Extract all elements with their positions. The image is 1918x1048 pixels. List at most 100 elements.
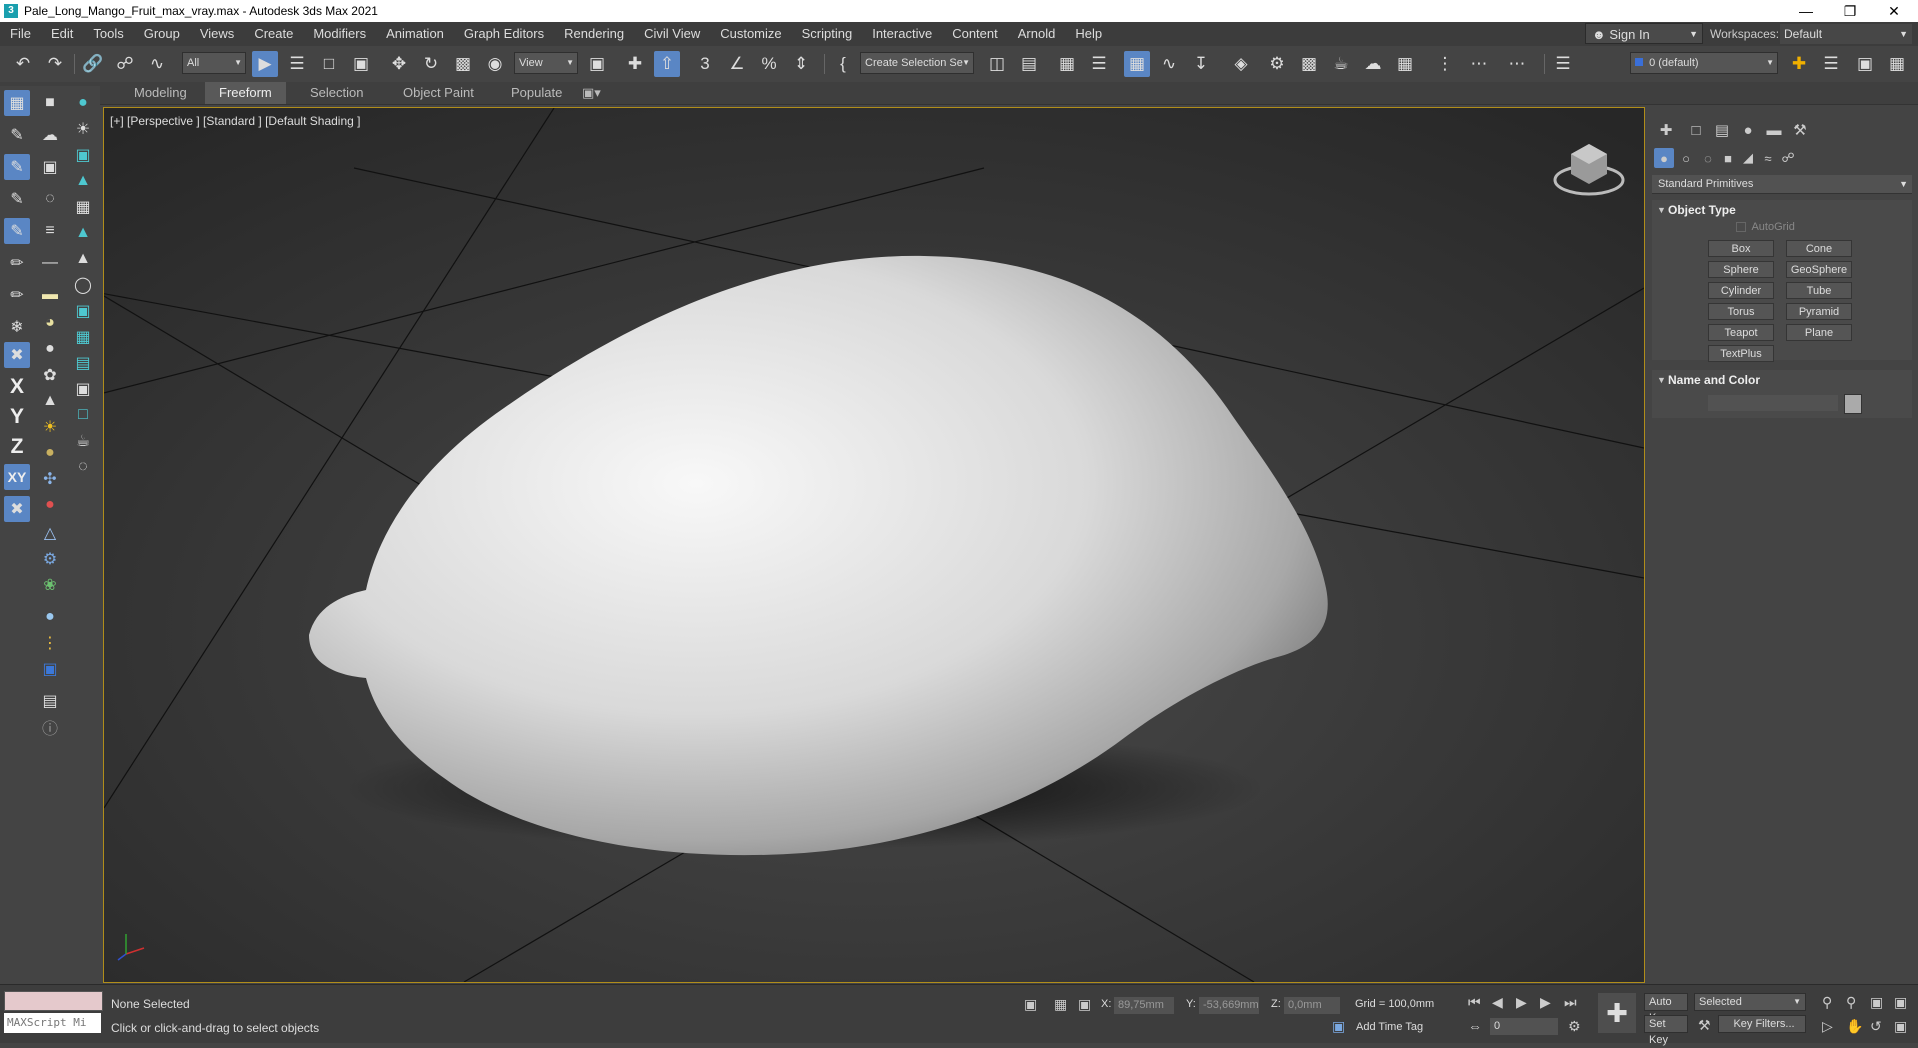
a360-gallery-icon[interactable]: ▦ — [1392, 51, 1418, 77]
hierarchy-tab-icon[interactable]: ▤ — [1710, 118, 1734, 142]
grass-icon[interactable]: ✿ — [37, 362, 63, 388]
slider-icon[interactable]: ≡ — [37, 218, 63, 244]
lathe-icon[interactable]: ◯ — [70, 272, 96, 298]
zoom-extents-icon[interactable]: ▣ — [1870, 994, 1883, 1011]
material-editor-icon[interactable]: ◈ — [1228, 51, 1254, 77]
maximize-button[interactable]: ❐ — [1828, 0, 1872, 22]
snowflake-icon[interactable]: ❄ — [4, 314, 30, 340]
select-object-icon[interactable]: ▶ — [252, 51, 278, 77]
close-button[interactable]: ✕ — [1872, 0, 1916, 22]
menu-views[interactable]: Views — [190, 22, 244, 46]
previous-frame-icon[interactable]: ◀ — [1492, 994, 1503, 1011]
time-tag-icon[interactable]: ▣ — [1332, 1018, 1345, 1035]
sun-icon[interactable]: ☀ — [37, 414, 63, 440]
material-icon[interactable]: ▣ — [37, 656, 63, 682]
select-manipulate-icon[interactable]: ✚ — [622, 51, 648, 77]
box-button[interactable]: Box — [1708, 240, 1774, 257]
cameras-icon[interactable]: ■ — [1718, 148, 1738, 168]
sphere-blue-icon[interactable]: ● — [37, 604, 63, 630]
object-type-header[interactable]: ▼ Object Type — [1652, 200, 1912, 220]
lock-icon[interactable]: ▦ — [1054, 996, 1067, 1013]
primitive-category-select[interactable]: Standard Primitives ▼ — [1652, 175, 1912, 194]
paint-icon[interactable]: ● — [37, 492, 63, 518]
bulb-outline-icon[interactable]: ◌ — [70, 454, 96, 480]
named-selection-set-select[interactable]: Create Selection Se ▼ — [860, 52, 974, 74]
helper-icon[interactable]: ▣ — [70, 298, 96, 324]
tube-button[interactable]: Tube — [1786, 282, 1852, 299]
rendered-frame-window-icon[interactable]: ▩ — [1296, 51, 1322, 77]
menu-edit[interactable]: Edit — [41, 22, 83, 46]
isolate-icon[interactable]: ▣ — [1024, 996, 1037, 1013]
axis-z-button[interactable]: Z — [4, 434, 30, 460]
menu-tools[interactable]: Tools — [83, 22, 133, 46]
helpers-icon[interactable]: ◢ — [1738, 148, 1758, 168]
unlink-icon[interactable]: ☍ — [112, 51, 138, 77]
camera-icon[interactable]: ▣ — [70, 142, 96, 168]
text-a-icon[interactable]: ▲ — [70, 246, 96, 272]
rectangular-selection-icon[interactable]: □ — [316, 51, 342, 77]
motion-tab-icon[interactable]: ● — [1736, 118, 1760, 142]
perspective-viewport[interactable]: [+] [Perspective ] [Standard ] [Default … — [103, 107, 1645, 983]
select-rotate-icon[interactable]: ↻ — [418, 51, 444, 77]
zoom-all-icon[interactable]: ⚲ — [1846, 994, 1856, 1011]
maximize-viewport-icon[interactable]: ▣ — [1894, 1018, 1907, 1035]
key-filters-button[interactable]: Key Filters... — [1718, 1015, 1806, 1033]
play-icon[interactable]: ▶ — [1516, 994, 1527, 1011]
go-to-start-icon[interactable]: ⏮ — [1468, 994, 1481, 1011]
draw-icon[interactable]: ✏ — [4, 250, 30, 276]
undo-icon[interactable]: ↶ — [10, 51, 36, 77]
help-icon[interactable]: ⓘ — [37, 714, 63, 740]
systems-icon[interactable]: ☍ — [1778, 148, 1798, 168]
menu-create[interactable]: Create — [244, 22, 303, 46]
auto-key-button[interactable]: Auto K.. — [1644, 993, 1688, 1024]
sign-in-dropdown[interactable]: ☻ Sign In ▼ — [1585, 23, 1703, 44]
schematic-view-icon[interactable]: ↧ — [1188, 51, 1214, 77]
pan-icon[interactable]: ✋ — [1846, 1018, 1863, 1035]
book-icon[interactable]: ▦ — [70, 194, 96, 220]
shapes-icon[interactable]: ○ — [1676, 148, 1696, 168]
gear-icon[interactable]: ⚙ — [37, 546, 63, 572]
snaps-toggle-icon[interactable]: 3 — [692, 51, 718, 77]
frame-icon[interactable]: □ — [70, 402, 96, 428]
pivot-center-icon[interactable]: ▣ — [584, 51, 610, 77]
maxscript-listener-output[interactable] — [4, 991, 103, 1011]
tree-icon[interactable]: ▲ — [70, 168, 96, 194]
add-time-tag-button[interactable]: Add Time Tag — [1356, 1021, 1423, 1033]
layer-select[interactable]: 0 (default) ▼ — [1630, 52, 1778, 74]
layer-manager-icon[interactable]: ☰ — [1550, 51, 1576, 77]
go-to-end-icon[interactable]: ⏭ — [1564, 994, 1577, 1011]
particle-icon[interactable]: ✣ — [37, 466, 63, 492]
minimize-button[interactable]: — — [1784, 0, 1828, 22]
toggle-layer-explorer-icon[interactable]: ☰ — [1086, 51, 1112, 77]
angle-snap-icon[interactable]: ∠ — [724, 51, 750, 77]
xy-constraint-icon[interactable]: ✖ — [4, 342, 30, 368]
menu-help[interactable]: Help — [1065, 22, 1112, 46]
plane-button[interactable]: Plane — [1786, 324, 1852, 341]
select-move-icon[interactable]: ✥ — [386, 51, 412, 77]
curve-editor-icon[interactable]: ∿ — [1156, 51, 1182, 77]
teapot-button[interactable]: Teapot — [1708, 324, 1774, 341]
field-of-view-icon[interactable]: ▷ — [1822, 1018, 1833, 1035]
axis-y-button[interactable]: Y — [4, 404, 30, 430]
bind-space-warp-icon[interactable]: ∿ — [144, 51, 170, 77]
menu-interactive[interactable]: Interactive — [862, 22, 942, 46]
sphere-gray-icon[interactable]: ● — [37, 336, 63, 362]
tab-populate[interactable]: Populate — [497, 82, 576, 104]
line-icon[interactable]: — — [37, 250, 63, 276]
tab-selection[interactable]: Selection — [296, 82, 377, 104]
modify-tab-icon[interactable]: □ — [1684, 118, 1708, 142]
absolute-mode-icon[interactable]: ▣ — [1078, 996, 1091, 1013]
render-in-cloud-icon[interactable]: ☁ — [1360, 51, 1386, 77]
create-tab-icon[interactable]: ✚ — [1654, 118, 1678, 142]
render-production-icon[interactable]: ☕ — [1328, 51, 1354, 77]
placement-icon[interactable]: ◉ — [482, 51, 508, 77]
pyramid-outline-icon[interactable]: △ — [37, 520, 63, 546]
select-by-name-icon[interactable]: ☰ — [284, 51, 310, 77]
box-tool-icon[interactable]: ■ — [37, 90, 63, 116]
mirror-icon[interactable]: ◫ — [984, 51, 1010, 77]
link-icon[interactable]: 🔗 — [80, 51, 106, 77]
lights-icon[interactable]: ◌ — [1698, 148, 1718, 168]
teapot-icon[interactable]: ☕ — [70, 428, 96, 454]
menu-content[interactable]: Content — [942, 22, 1008, 46]
time-config-icon[interactable]: ⚙ — [1568, 1018, 1581, 1035]
